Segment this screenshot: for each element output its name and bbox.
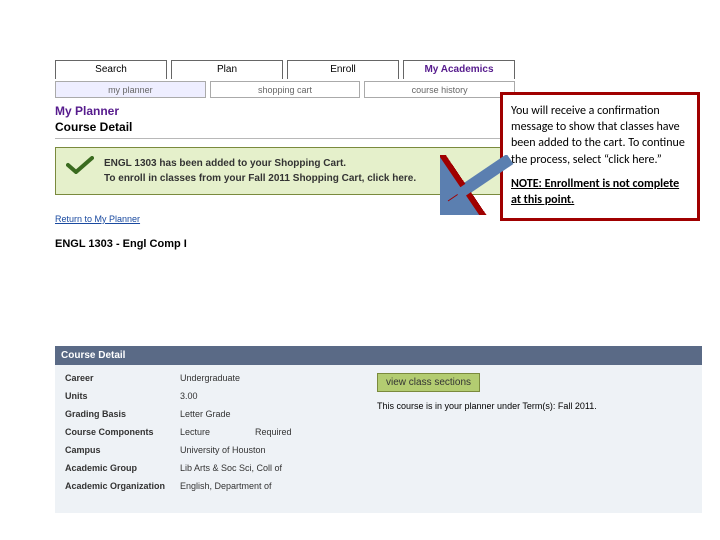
value-units: 3.00 — [180, 391, 198, 401]
course-detail-panel: Course Detail Career Undergraduate Units… — [55, 346, 702, 513]
view-class-sections-button[interactable]: view class sections — [377, 373, 480, 392]
divider — [55, 138, 515, 139]
planner-term-note: This course is in your planner under Ter… — [377, 400, 692, 412]
tab-search[interactable]: Search — [55, 60, 167, 79]
tab-my-academics[interactable]: My Academics — [403, 60, 515, 79]
label-units: Units — [65, 391, 180, 401]
callout-body: You will receive a confirmation message … — [511, 103, 689, 168]
callout-note: NOTE: Enrollment is not complete at this… — [511, 176, 689, 208]
subtab-shopping-cart[interactable]: shopping cart — [210, 81, 361, 98]
return-to-planner-link[interactable]: Return to My Planner — [55, 214, 140, 224]
value-components-required: Required — [255, 427, 292, 437]
subtab-course-history[interactable]: course history — [364, 81, 515, 98]
label-campus: Campus — [65, 445, 180, 455]
value-career: Undergraduate — [180, 373, 240, 383]
subtab-my-planner[interactable]: my planner — [55, 81, 206, 98]
course-title: ENGL 1303 - Engl Comp I — [55, 238, 515, 250]
click-here-link[interactable]: click here. — [367, 173, 416, 184]
instruction-callout: You will receive a confirmation message … — [500, 92, 700, 221]
confirm-line2-text: To enroll in classes from your Fall 2011… — [104, 173, 367, 184]
tab-plan[interactable]: Plan — [171, 60, 283, 79]
value-academic-org: English, Department of — [180, 481, 272, 491]
label-academic-group: Academic Group — [65, 463, 180, 473]
arrow-icon — [440, 155, 520, 215]
heading-my-planner: My Planner — [55, 104, 515, 118]
value-academic-group: Lib Arts & Soc Sci, Coll of — [180, 463, 282, 473]
tab-enroll[interactable]: Enroll — [287, 60, 399, 79]
label-components: Course Components — [65, 427, 180, 437]
heading-course-detail: Course Detail — [55, 120, 515, 134]
label-grading: Grading Basis — [65, 409, 180, 419]
course-detail-heading: Course Detail — [55, 346, 702, 365]
label-career: Career — [65, 373, 180, 383]
checkmark-icon — [66, 156, 94, 174]
secondary-tabs: my planner shopping cart course history — [55, 81, 515, 98]
primary-tabs: Search Plan Enroll My Academics — [55, 60, 515, 79]
value-components: Lecture — [180, 427, 210, 437]
label-academic-org: Academic Organization — [65, 481, 180, 491]
value-grading: Letter Grade — [180, 409, 231, 419]
value-campus: University of Houston — [180, 445, 266, 455]
